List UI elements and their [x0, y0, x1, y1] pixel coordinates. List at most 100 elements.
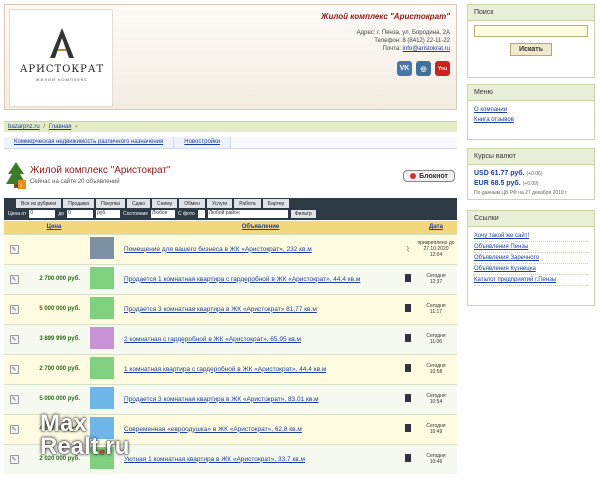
document-icon[interactable]: [405, 424, 411, 432]
tab-rent-out[interactable]: Сдаю: [126, 199, 151, 208]
company-email-link[interactable]: info@aristokrat.ru: [403, 46, 450, 52]
notepad-add-icon[interactable]: ✎: [9, 394, 19, 404]
tab-sale[interactable]: Продажа: [63, 199, 95, 208]
notepad-add-icon[interactable]: ✎: [9, 424, 19, 434]
breadcrumb-site[interactable]: bazarpnz.ru: [8, 124, 40, 130]
nav-commercial[interactable]: Коммерческая недвижимость различного наз…: [4, 137, 175, 148]
company-logo[interactable]: АРИСТОКРАТ ЖИЛОЙ КОМПЛЕКС: [9, 9, 113, 107]
menu-item-reviews[interactable]: Книга отзывов: [474, 115, 588, 125]
table-row[interactable]: ✎ 5 000 000 руб. Продается 3 комнатная ква…: [4, 293, 457, 324]
listing-thumbnail[interactable]: [90, 327, 114, 349]
document-icon[interactable]: [405, 364, 411, 372]
link-kuznetsk-ads[interactable]: Объявления Кузнецка: [474, 264, 588, 275]
row-action-cell[interactable]: [401, 443, 415, 474]
listing-thumbnail[interactable]: [90, 357, 114, 379]
table-row[interactable]: ✎ 3 899 999 руб. 2 комнатная с гардеробной…: [4, 323, 457, 354]
price-from-label: Цена от: [8, 211, 27, 217]
document-icon[interactable]: [405, 274, 411, 282]
notepad-add-icon[interactable]: ✎: [9, 334, 19, 344]
tab-services[interactable]: Услуги: [206, 199, 233, 208]
instagram-icon[interactable]: ◎: [416, 61, 431, 76]
listing-link[interactable]: Помещение для вашего бизнеса в ЖК «Арист…: [124, 246, 312, 253]
document-icon[interactable]: [405, 394, 411, 402]
state-select[interactable]: Любое: [151, 210, 176, 218]
tab-exchange[interactable]: Обмен: [179, 199, 205, 208]
listing-link[interactable]: Уютная 1 комнатная квартира в ЖК «Аристо…: [124, 456, 305, 463]
notepad-add-icon[interactable]: ✎: [9, 274, 19, 284]
row-price: 2 700 000 руб.: [24, 353, 84, 384]
row-action-cell[interactable]: ⌇: [401, 233, 415, 264]
table-row[interactable]: ✎ 2 700 000 руб. Продается 1 комнатная ква…: [4, 263, 457, 294]
links-title: Ссылки: [468, 211, 594, 227]
row-notepad-cell[interactable]: ✎: [4, 383, 24, 414]
row-thumb-cell[interactable]: [84, 263, 120, 294]
document-icon[interactable]: [405, 304, 411, 312]
listing-link[interactable]: Продается 3 комнатная квартира в ЖК «Ари…: [124, 306, 317, 313]
row-date: прикреплено до 27.10.2020 12:04: [415, 233, 457, 264]
row-notepad-cell[interactable]: ✎: [4, 233, 24, 264]
listing-thumbnail[interactable]: [90, 297, 114, 319]
row-notepad-cell[interactable]: ✎: [4, 353, 24, 384]
link-penza-ads[interactable]: Объявления Пензы: [474, 242, 588, 253]
search-button[interactable]: Искать: [510, 43, 552, 56]
listing-link[interactable]: Продается 1 комнатная квартира с гардеро…: [124, 276, 360, 283]
row-notepad-cell[interactable]: ✎: [4, 413, 24, 444]
listing-link[interactable]: Продается 3 комнатная квартира в ЖК «Ари…: [124, 396, 319, 403]
col-price[interactable]: Цена: [24, 221, 84, 234]
listing-link[interactable]: 2 комнатная с гардеробной в ЖК «Аристокр…: [124, 336, 301, 343]
notepad-add-icon[interactable]: ✎: [9, 364, 19, 374]
tab-rent[interactable]: Сниму: [152, 199, 178, 208]
row-notepad-cell[interactable]: ✎: [4, 293, 24, 324]
notepad-add-icon[interactable]: ✎: [9, 304, 19, 314]
tab-all[interactable]: Все из рубрики: [16, 199, 62, 208]
tab-barter[interactable]: Бартер: [262, 199, 290, 208]
notepad-add-icon[interactable]: ✎: [9, 244, 19, 254]
row-action-cell[interactable]: [401, 293, 415, 324]
menu-item-about[interactable]: О компании: [474, 105, 588, 115]
row-thumb-cell[interactable]: [84, 353, 120, 384]
row-thumb-cell[interactable]: [84, 233, 120, 264]
document-icon[interactable]: [405, 454, 411, 463]
row-action-cell[interactable]: [401, 323, 415, 354]
link-zarechny-ads[interactable]: Объявления Заречного: [474, 253, 588, 264]
notepad-add-icon[interactable]: ✎: [9, 454, 19, 464]
photo-checkbox[interactable]: [197, 210, 205, 218]
tab-work[interactable]: Работа: [234, 199, 261, 208]
row-thumb-cell[interactable]: [84, 293, 120, 324]
row-thumb-cell[interactable]: [84, 383, 120, 414]
row-notepad-cell[interactable]: ✎: [4, 263, 24, 294]
breadcrumb-home[interactable]: Главная: [49, 124, 72, 130]
vk-icon[interactable]: VK: [397, 61, 412, 76]
currency-select[interactable]: руб.: [96, 210, 121, 218]
price-from-input[interactable]: 0: [29, 210, 56, 218]
link-want-site[interactable]: Хочу такой же сайт!: [474, 231, 588, 242]
row-title-cell: Продается 1 комнатная квартира с гардеро…: [120, 263, 401, 294]
row-thumb-cell[interactable]: [84, 323, 120, 354]
row-action-cell[interactable]: [401, 353, 415, 384]
table-row[interactable]: ✎ 2 700 000 руб. 1 комнатная квартира с га…: [4, 353, 457, 384]
row-notepad-cell[interactable]: ✎: [4, 443, 24, 474]
col-date[interactable]: Дата: [415, 221, 457, 234]
search-input[interactable]: [474, 25, 588, 37]
district-select[interactable]: Любой район: [207, 210, 288, 218]
listing-thumbnail[interactable]: [90, 267, 114, 289]
youtube-icon[interactable]: You: [435, 61, 450, 76]
listing-thumbnail[interactable]: [90, 237, 114, 259]
price-to-input[interactable]: 0: [67, 210, 94, 218]
row-action-cell[interactable]: [401, 413, 415, 444]
nav-new-buildings[interactable]: Новостройки: [174, 137, 232, 148]
col-title[interactable]: Объявление: [120, 221, 401, 234]
notepad-button[interactable]: Блокнот: [403, 170, 455, 182]
table-row[interactable]: ✎ Помещение для вашего бизнеса в ЖК «Арис…: [4, 233, 457, 264]
tab-buy[interactable]: Покупка: [96, 199, 125, 208]
listing-link[interactable]: 1 комнатная квартира с гардеробной в ЖК …: [124, 366, 326, 373]
row-action-cell[interactable]: [401, 263, 415, 294]
row-action-cell[interactable]: [401, 383, 415, 414]
listing-link[interactable]: Современная «евроодушка» в ЖК «Аристокра…: [124, 426, 302, 433]
link-catalog[interactable]: Каталог предприятий г.Пензы: [474, 275, 588, 286]
listing-thumbnail[interactable]: [90, 387, 114, 409]
filter-button[interactable]: Фильтр: [290, 210, 316, 218]
row-notepad-cell[interactable]: ✎: [4, 323, 24, 354]
company-phone: Телефон: 8 (8412) 22-11-22: [374, 38, 450, 44]
document-icon[interactable]: [405, 334, 411, 342]
